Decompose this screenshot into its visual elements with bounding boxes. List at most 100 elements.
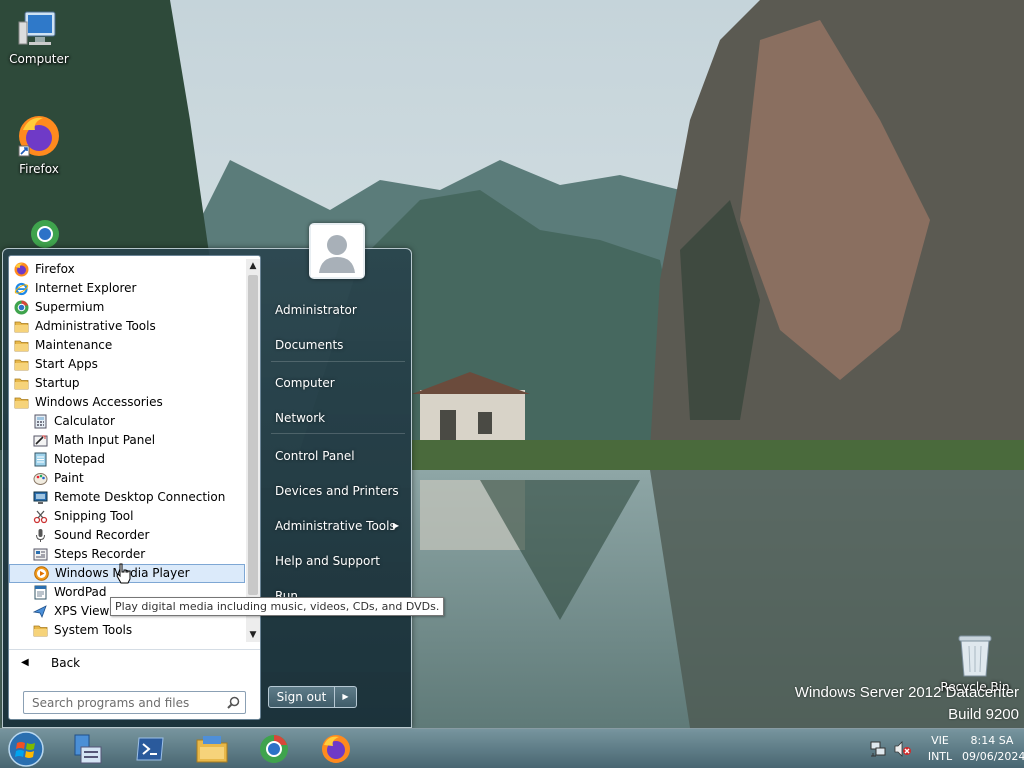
os-watermark: Windows Server 2012 Datacenter Build 920… xyxy=(795,682,1019,726)
program-label: Math Input Panel xyxy=(54,433,156,447)
program-item-snipping-tool[interactable]: Snipping Tool xyxy=(9,507,245,526)
start-menu-link-devices-and-printers[interactable]: Devices and Printers xyxy=(265,476,411,506)
start-menu-link-documents[interactable]: Documents xyxy=(265,330,411,360)
clock-date: 09/06/2024 xyxy=(962,750,1024,763)
folder-icon xyxy=(14,357,29,372)
program-label: Administrative Tools xyxy=(35,319,156,333)
program-item-startup[interactable]: Startup xyxy=(9,374,245,393)
shutdown-options-button[interactable]: ▶ xyxy=(335,686,357,708)
taskbar-supermium[interactable] xyxy=(248,729,300,768)
program-label: Maintenance xyxy=(35,338,113,352)
microphone-icon xyxy=(33,528,48,543)
start-menu-link-control-panel[interactable]: Control Panel xyxy=(265,441,411,471)
watermark-build: Build 9200 xyxy=(948,706,1019,723)
search-icon[interactable] xyxy=(227,696,240,709)
xps-viewer-icon xyxy=(33,604,48,619)
system-tray: VIE INTL 8:14 SA 09/06/2024 xyxy=(834,729,1024,768)
keyboard-layout: INTL xyxy=(927,750,953,763)
program-item-supermium[interactable]: Supermium xyxy=(9,298,245,317)
back-button[interactable]: ◀ Back xyxy=(9,649,260,675)
start-menu-link-label: Administrative Tools xyxy=(275,519,396,533)
program-item-windows-accessories[interactable]: Windows Accessories xyxy=(9,393,245,412)
scroll-thumb[interactable] xyxy=(248,275,258,595)
program-item-maintenance[interactable]: Maintenance xyxy=(9,336,245,355)
firefox-icon xyxy=(14,262,29,277)
computer-icon xyxy=(18,11,56,45)
remote-desktop-icon xyxy=(33,490,48,505)
file-explorer-icon xyxy=(196,736,228,763)
program-item-paint[interactable]: Paint xyxy=(9,469,245,488)
program-label: Firefox xyxy=(35,262,75,276)
start-button[interactable] xyxy=(6,730,46,768)
program-label: Paint xyxy=(54,471,84,485)
user-avatar[interactable] xyxy=(309,223,365,279)
program-item-system-tools[interactable]: System Tools xyxy=(9,621,245,640)
program-label: Sound Recorder xyxy=(54,528,150,542)
taskbar-server-manager[interactable] xyxy=(62,729,114,768)
taskbar-firefox[interactable] xyxy=(310,729,362,768)
folder-icon xyxy=(14,319,29,334)
powershell-icon xyxy=(136,737,164,761)
program-item-steps-recorder[interactable]: Steps Recorder xyxy=(9,545,245,564)
desktop-icon-supermium[interactable] xyxy=(0,214,78,250)
sign-out-group: Sign out ▶ xyxy=(268,686,358,708)
start-menu-link-label: Administrator xyxy=(275,303,357,317)
start-menu-programs-pane: Firefox Internet Explorer Supermium Adminis… xyxy=(8,255,261,720)
program-item-calculator[interactable]: Calculator xyxy=(9,412,245,431)
media-player-icon xyxy=(34,566,49,581)
start-menu-link-administrative-tools[interactable]: Administrative Tools ▶ xyxy=(265,511,411,541)
firefox-icon xyxy=(18,116,59,157)
back-label: Back xyxy=(51,656,81,670)
taskbar-powershell[interactable] xyxy=(124,729,176,768)
start-menu-link-label: Control Panel xyxy=(275,449,355,463)
program-label: Snipping Tool xyxy=(54,509,134,523)
network-icon[interactable] xyxy=(870,741,886,757)
internet-explorer-icon xyxy=(14,281,29,296)
search-input[interactable] xyxy=(24,692,222,713)
start-menu-link-label: Computer xyxy=(275,376,335,390)
scroll-down-arrow[interactable]: ▼ xyxy=(246,628,260,642)
volume-muted-icon[interactable] xyxy=(894,741,912,757)
scroll-up-arrow[interactable]: ▲ xyxy=(246,259,260,273)
program-label: Calculator xyxy=(54,414,115,428)
desktop-icon-label: Computer xyxy=(9,52,69,66)
snipping-tool-icon xyxy=(33,509,48,524)
windows-logo-icon xyxy=(8,731,44,767)
start-menu-link-administrator[interactable]: Administrator xyxy=(265,295,411,325)
desktop-icon-computer[interactable]: Computer xyxy=(0,10,78,66)
program-item-remote-desktop-connection[interactable]: Remote Desktop Connection xyxy=(9,488,245,507)
calculator-icon xyxy=(33,414,48,429)
clock[interactable]: 8:14 SA 09/06/2024 xyxy=(962,733,1024,765)
desktop-icon-firefox[interactable]: Firefox xyxy=(0,112,78,176)
program-item-notepad[interactable]: Notepad xyxy=(9,450,245,469)
program-label: Windows Accessories xyxy=(35,395,163,409)
program-label: Supermium xyxy=(35,300,105,314)
firefox-icon xyxy=(322,735,350,763)
start-menu-link-computer[interactable]: Computer xyxy=(265,368,411,398)
language-code: VIE xyxy=(931,734,949,747)
program-item-firefox[interactable]: Firefox xyxy=(9,260,245,279)
program-label: Remote Desktop Connection xyxy=(54,490,226,504)
start-menu-link-network[interactable]: Network xyxy=(265,403,411,433)
program-item-sound-recorder[interactable]: Sound Recorder xyxy=(9,526,245,545)
folder-icon xyxy=(14,395,29,410)
taskbar-file-explorer[interactable] xyxy=(186,729,238,768)
program-item-internet-explorer[interactable]: Internet Explorer xyxy=(9,279,245,298)
menu-separator xyxy=(271,433,405,434)
supermium-icon xyxy=(14,300,29,315)
menu-separator xyxy=(271,361,405,362)
sign-out-button[interactable]: Sign out xyxy=(268,686,335,708)
program-item-start-apps[interactable]: Start Apps xyxy=(9,355,245,374)
start-menu-link-help-and-support[interactable]: Help and Support xyxy=(265,546,411,576)
input-language-indicator[interactable]: VIE INTL xyxy=(916,733,964,765)
program-item-math-input-panel[interactable]: Math Input Panel xyxy=(9,431,245,450)
program-label: Notepad xyxy=(54,452,105,466)
desktop-icon-label: Firefox xyxy=(19,162,59,176)
start-menu-link-label: Devices and Printers xyxy=(275,484,399,498)
recycle-bin-icon xyxy=(958,635,992,677)
folder-icon xyxy=(14,338,29,353)
math-input-icon xyxy=(33,433,48,448)
programs-scrollbar[interactable]: ▲ ▼ xyxy=(246,259,260,642)
program-item-administrative-tools[interactable]: Administrative Tools xyxy=(9,317,245,336)
taskbar: VIE INTL 8:14 SA 09/06/2024 xyxy=(0,728,1024,768)
